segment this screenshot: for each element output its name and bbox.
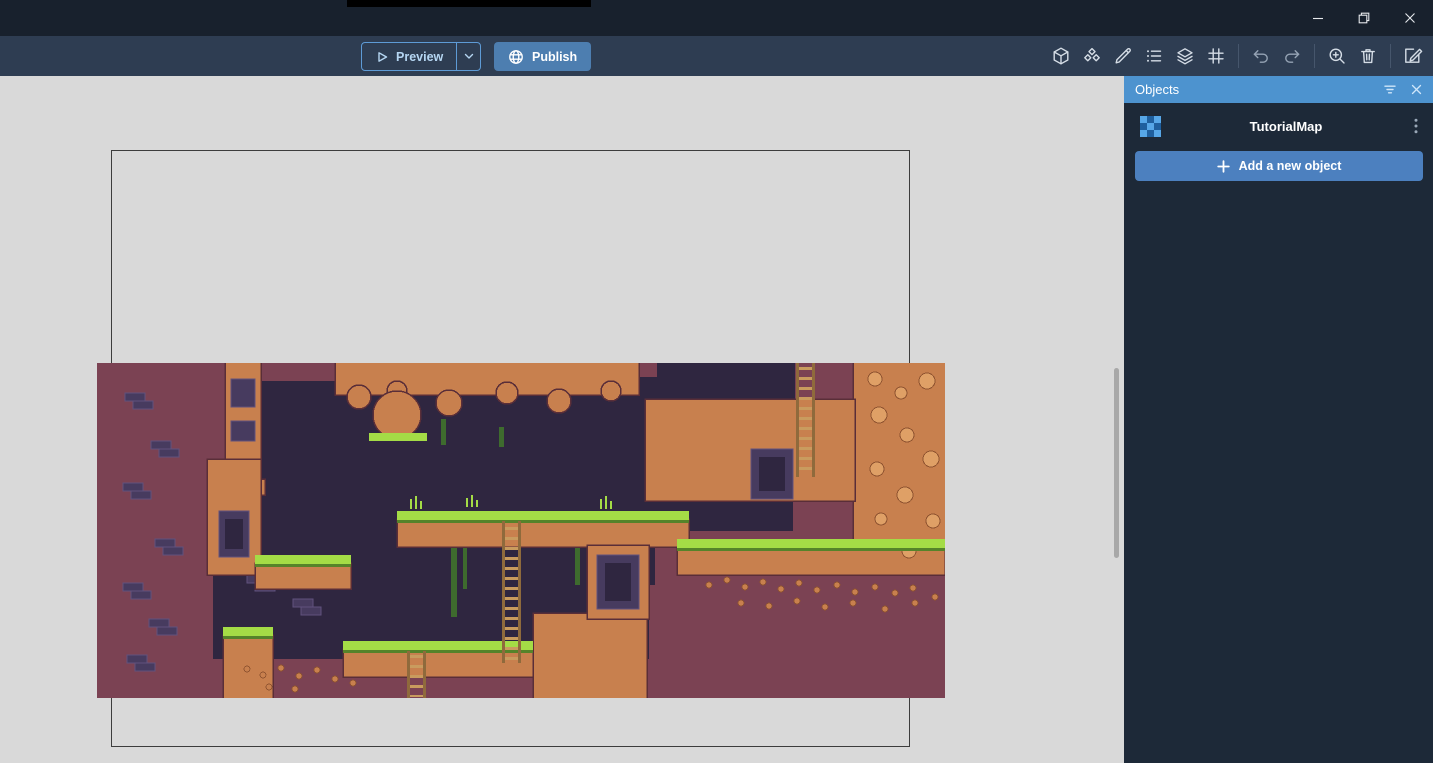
edit-properties-icon [1113, 46, 1133, 66]
play-icon [375, 50, 389, 64]
3d-box-button[interactable] [1047, 42, 1075, 70]
publish-button[interactable]: Publish [494, 42, 591, 71]
scene-editor-canvas[interactable] [0, 76, 1124, 763]
toolbar-separator [1390, 44, 1391, 68]
add-new-object-button[interactable]: Add a new object [1135, 151, 1423, 181]
redo-icon [1282, 46, 1302, 66]
kebab-menu-icon [1414, 118, 1418, 134]
objects-panel: Objects TutorialMap Add a new object [1124, 76, 1433, 763]
filter-objects-button[interactable] [1381, 81, 1399, 98]
add-new-object-label: Add a new object [1239, 159, 1342, 173]
3d-box-icon [1051, 46, 1071, 66]
restore-button[interactable] [1341, 0, 1387, 36]
minimize-icon [1312, 12, 1324, 24]
application-window: Preview Publish [0, 0, 1433, 763]
grid-icon [1206, 46, 1226, 66]
preview-button-label: Preview [396, 50, 443, 64]
preview-button[interactable]: Preview [362, 43, 456, 70]
instances-list-button[interactable] [1140, 42, 1168, 70]
edit-properties-button[interactable] [1109, 42, 1137, 70]
object-name: TutorialMap [1161, 119, 1411, 134]
layers-button[interactable] [1171, 42, 1199, 70]
close-panel-button[interactable] [1409, 82, 1424, 97]
chevron-down-icon [464, 53, 474, 60]
layers-icon [1175, 46, 1195, 66]
minimize-button[interactable] [1295, 0, 1341, 36]
titlebar-tab-strip [347, 0, 591, 7]
object-list-item[interactable]: TutorialMap [1124, 110, 1433, 142]
preview-options-button[interactable] [456, 43, 480, 70]
objects-panel-title: Objects [1135, 82, 1371, 97]
toolbar-right-icons [1047, 36, 1427, 76]
delete-icon [1358, 46, 1378, 66]
globe-icon [508, 49, 524, 65]
edit-scene-button[interactable] [1399, 42, 1427, 70]
canvas-vertical-scrollbar[interactable] [1114, 368, 1119, 558]
objects-panel-header: Objects [1124, 76, 1433, 103]
toolbar-separator [1314, 44, 1315, 68]
undo-icon [1251, 46, 1271, 66]
plus-icon [1217, 160, 1230, 173]
close-icon [1404, 12, 1416, 24]
filter-icon [1383, 83, 1397, 96]
edit-scene-icon [1402, 45, 1424, 67]
window-titlebar [0, 0, 1433, 36]
close-button[interactable] [1387, 0, 1433, 36]
delete-button[interactable] [1354, 42, 1382, 70]
instances-list-icon [1144, 46, 1164, 66]
objects-panel-button[interactable] [1078, 42, 1106, 70]
objects-panel-icon [1082, 46, 1102, 66]
editor-toolbar: Preview Publish [0, 36, 1433, 76]
grid-button[interactable] [1202, 42, 1230, 70]
undo-button[interactable] [1247, 42, 1275, 70]
window-controls [1295, 0, 1433, 36]
preview-button-group: Preview [361, 42, 481, 71]
publish-button-label: Publish [532, 50, 577, 64]
zoom-in-icon [1327, 46, 1347, 66]
zoom-in-button[interactable] [1323, 42, 1351, 70]
tilemap-object-icon [1140, 116, 1161, 137]
redo-button[interactable] [1278, 42, 1306, 70]
toolbar-separator [1238, 44, 1239, 68]
restore-icon [1358, 12, 1370, 24]
close-icon [1411, 84, 1422, 95]
tilemap-instance[interactable] [97, 363, 945, 698]
object-options-button[interactable] [1411, 115, 1421, 137]
